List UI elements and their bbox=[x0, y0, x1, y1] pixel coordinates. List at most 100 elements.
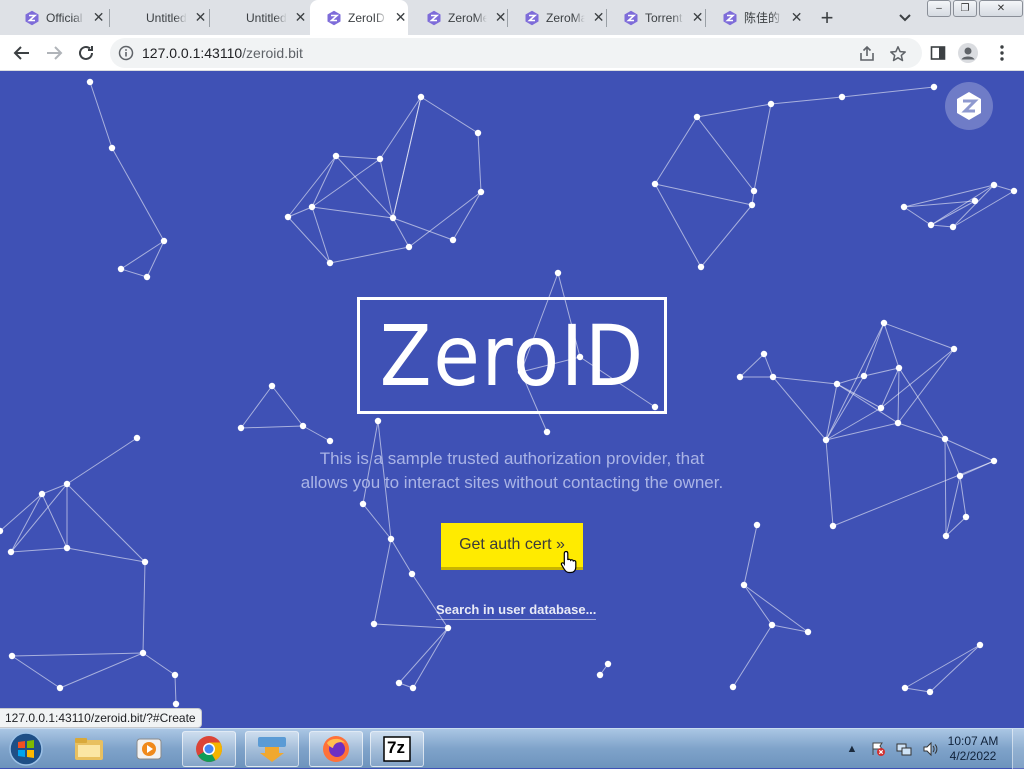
network-cluster bbox=[86, 78, 168, 281]
taskbar-downloader[interactable] bbox=[245, 731, 299, 767]
new-tab-button[interactable]: + bbox=[814, 5, 840, 31]
volume-icon[interactable] bbox=[922, 741, 938, 757]
zeronet-logo-button[interactable] bbox=[945, 82, 993, 130]
network-cluster bbox=[651, 83, 938, 271]
network-node bbox=[284, 213, 292, 221]
network-node bbox=[108, 144, 116, 152]
network-node bbox=[740, 581, 748, 589]
network-link bbox=[379, 158, 394, 219]
taskbar-clock[interactable]: 10:07 AM 4/2/2022 bbox=[940, 734, 1006, 764]
profile-button[interactable] bbox=[958, 43, 978, 63]
action-center-icon[interactable] bbox=[870, 741, 886, 757]
zeronet-favicon-icon bbox=[426, 10, 442, 26]
url-host: 127.0.0.1:43110 bbox=[142, 45, 243, 61]
network-link bbox=[904, 687, 931, 693]
bookmark-star-icon[interactable] bbox=[889, 45, 907, 63]
taskbar-firefox[interactable] bbox=[309, 731, 363, 767]
network-link bbox=[904, 644, 981, 689]
network-link bbox=[945, 475, 961, 537]
network-node bbox=[956, 472, 964, 480]
window-controls: – ❐ ✕ bbox=[927, 0, 1024, 18]
network-node bbox=[171, 671, 179, 679]
network-node bbox=[729, 683, 737, 691]
taskbar-7zip[interactable]: 7z bbox=[370, 731, 424, 767]
tab-strip: Official ✕ Untitled ✕ Untitled ✕ ZeroID ✕ ZeroMe… bbox=[0, 0, 1024, 35]
minimize-button[interactable]: – bbox=[927, 0, 951, 17]
network-node bbox=[376, 155, 384, 163]
network-link bbox=[832, 460, 995, 527]
network-link bbox=[930, 224, 954, 228]
show-desktop-button[interactable] bbox=[1012, 729, 1024, 769]
network-link bbox=[11, 655, 61, 689]
network-cluster bbox=[729, 521, 812, 691]
tab-8[interactable]: 陈佳的 ✕ bbox=[706, 0, 804, 35]
network-node bbox=[990, 181, 998, 189]
tab-6[interactable]: ZeroMail ✕ bbox=[508, 0, 606, 35]
network-node bbox=[308, 203, 316, 211]
site-info-icon[interactable] bbox=[118, 45, 134, 61]
taskbar-explorer[interactable] bbox=[62, 731, 116, 767]
network-link bbox=[944, 438, 947, 537]
taskbar-media-player[interactable] bbox=[122, 731, 176, 767]
back-button[interactable] bbox=[8, 39, 36, 67]
tab-4[interactable]: ZeroID ✕ bbox=[310, 0, 408, 35]
tab-separator bbox=[209, 9, 210, 27]
start-button[interactable] bbox=[4, 730, 48, 768]
taskbar-chrome[interactable] bbox=[182, 731, 236, 767]
network-link bbox=[390, 538, 413, 575]
tab-close-icon[interactable]: ✕ bbox=[393, 9, 408, 26]
network-node bbox=[962, 513, 970, 521]
tab-close-icon[interactable]: ✕ bbox=[293, 9, 308, 26]
close-window-button[interactable]: ✕ bbox=[979, 0, 1023, 17]
network-link bbox=[880, 367, 900, 409]
tab-7[interactable]: Torrent ✕ bbox=[607, 0, 705, 35]
tab-close-icon[interactable]: ✕ bbox=[789, 9, 804, 26]
downloader-icon bbox=[258, 737, 286, 762]
kebab-menu-icon bbox=[1000, 45, 1004, 61]
network-link bbox=[373, 538, 392, 625]
network-link bbox=[863, 367, 900, 377]
tab-close-icon[interactable]: ✕ bbox=[193, 9, 208, 26]
network-node bbox=[833, 380, 841, 388]
tab-2[interactable]: Untitled ✕ bbox=[110, 0, 208, 35]
restore-button[interactable]: ❐ bbox=[953, 0, 977, 17]
system-tray: ▲ bbox=[844, 729, 948, 769]
url-text[interactable]: 127.0.0.1:43110/zeroid.bit bbox=[142, 45, 303, 61]
network-link bbox=[930, 184, 995, 226]
zeronet-favicon-icon bbox=[623, 10, 639, 26]
network-link bbox=[373, 623, 449, 629]
7zip-label: 7z bbox=[387, 738, 405, 757]
brand-title: ZeroID bbox=[379, 306, 645, 405]
network-cluster bbox=[901, 641, 984, 696]
tab-close-icon[interactable]: ✕ bbox=[493, 9, 508, 26]
tab-title: ZeroID bbox=[348, 10, 385, 25]
tab-search-icon[interactable] bbox=[894, 8, 916, 28]
network-node bbox=[268, 382, 276, 390]
network-link bbox=[929, 644, 981, 693]
search-user-database-link[interactable]: Search in user database... bbox=[436, 602, 597, 620]
tab-close-icon[interactable]: ✕ bbox=[91, 9, 106, 26]
share-icon[interactable] bbox=[858, 45, 876, 63]
network-node bbox=[880, 319, 888, 327]
tab-5[interactable]: ZeroMe ✕ bbox=[410, 0, 508, 35]
reload-button[interactable] bbox=[72, 39, 100, 67]
network-link bbox=[696, 116, 755, 192]
tab-1[interactable]: Official ✕ bbox=[8, 0, 106, 35]
tab-3[interactable]: Untitled ✕ bbox=[210, 0, 308, 35]
browser-menu-button[interactable] bbox=[992, 43, 1012, 63]
tab-close-icon[interactable]: ✕ bbox=[591, 9, 606, 26]
network-node bbox=[172, 700, 180, 708]
network-node bbox=[769, 373, 777, 381]
network-node bbox=[474, 129, 482, 137]
side-panel-button[interactable] bbox=[928, 43, 948, 63]
forward-button[interactable] bbox=[40, 39, 68, 67]
network-node bbox=[63, 480, 71, 488]
network-icon[interactable] bbox=[896, 741, 912, 757]
network-node bbox=[950, 345, 958, 353]
network-link bbox=[142, 561, 146, 654]
address-bar[interactable]: 127.0.0.1:43110/zeroid.bit bbox=[110, 38, 922, 68]
network-link bbox=[477, 132, 482, 193]
tab-close-icon[interactable]: ✕ bbox=[690, 9, 705, 26]
network-node bbox=[387, 535, 395, 543]
tray-expand-icon[interactable]: ▲ bbox=[844, 741, 860, 757]
